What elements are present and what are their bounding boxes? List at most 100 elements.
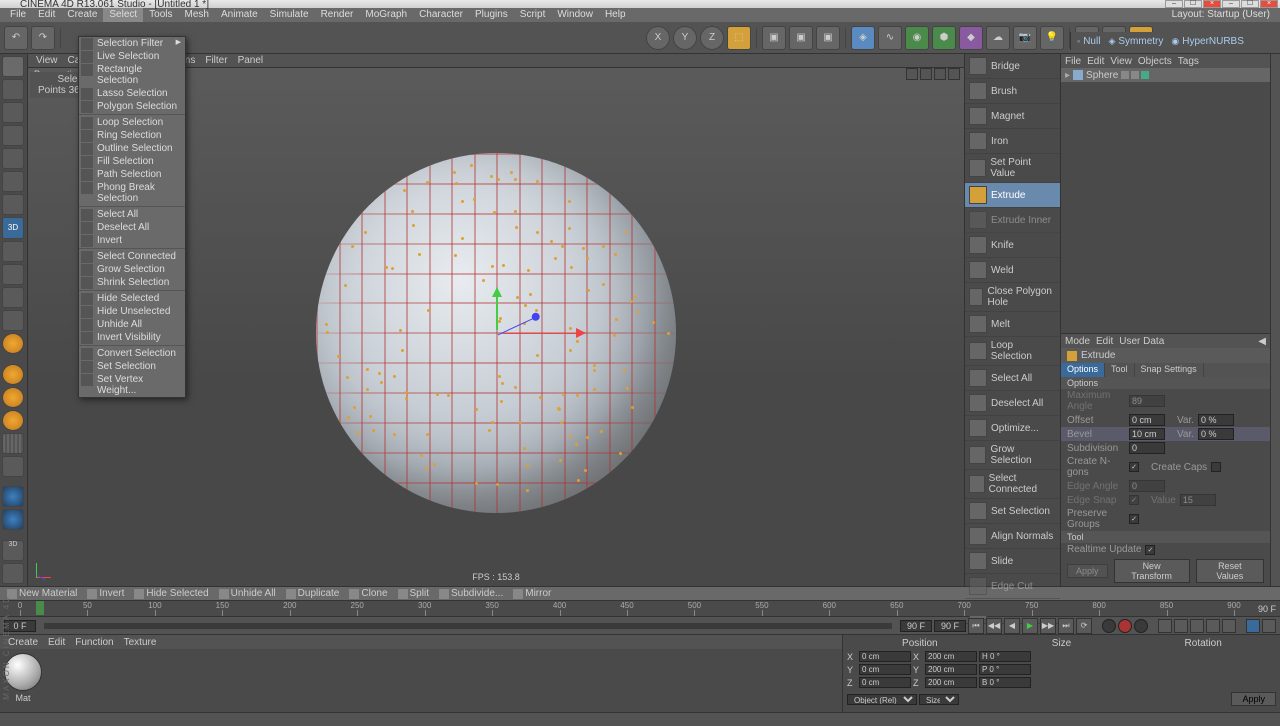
tab-snap-settings[interactable]: Snap Settings bbox=[1135, 363, 1204, 377]
attr-bevel-input[interactable] bbox=[1129, 428, 1165, 440]
menu-item-fill-selection[interactable]: Fill Selection bbox=[79, 155, 185, 168]
attr-var--input[interactable] bbox=[1198, 414, 1234, 426]
tool-weld[interactable]: Weld bbox=[965, 258, 1060, 283]
step-fwd-icon[interactable]: ▶▶ bbox=[1040, 618, 1056, 634]
attrmenu-mode[interactable]: Mode bbox=[1065, 336, 1090, 347]
sphere-mesh[interactable] bbox=[316, 153, 676, 513]
matmenu-create[interactable]: Create bbox=[8, 637, 38, 648]
3d-label-icon[interactable]: 3D bbox=[2, 540, 24, 561]
coord-system-icon[interactable]: ⬚ bbox=[727, 26, 751, 50]
vis-dot-icon[interactable] bbox=[1121, 71, 1129, 79]
rec-key-icon[interactable] bbox=[1102, 619, 1116, 633]
inner-close-button[interactable]: × bbox=[1260, 0, 1278, 8]
coord-apply-button[interactable]: Apply bbox=[1231, 692, 1276, 706]
phong-tag-icon[interactable] bbox=[1141, 71, 1149, 79]
reset-values-button[interactable]: Reset Values bbox=[1196, 559, 1264, 583]
tool-align-normals[interactable]: Align Normals bbox=[965, 524, 1060, 549]
menu-item-set-selection[interactable]: Set Selection bbox=[79, 360, 185, 373]
bt-split[interactable]: Split bbox=[395, 588, 432, 599]
loop-icon[interactable]: ⟳ bbox=[1076, 618, 1092, 634]
render-view-icon[interactable]: ▣ bbox=[762, 26, 786, 50]
tool-set-point-value[interactable]: Set Point Value bbox=[965, 154, 1060, 183]
tool-optimize-[interactable]: Optimize... bbox=[965, 416, 1060, 441]
deformer-icon[interactable]: ◆ bbox=[959, 26, 983, 50]
tool-select-all[interactable]: Select All bbox=[965, 366, 1060, 391]
vp-menu-panel[interactable]: Panel bbox=[238, 55, 264, 66]
realtime-check[interactable]: ✓ bbox=[1145, 545, 1155, 555]
timeline[interactable]: 0501001502002503003504004505005506006507… bbox=[0, 600, 1280, 616]
bt-duplicate[interactable]: Duplicate bbox=[283, 588, 343, 599]
menu-simulate[interactable]: Simulate bbox=[264, 8, 315, 22]
menu-item-phong-break-selection[interactable]: Phong Break Selection bbox=[79, 181, 185, 205]
menu-item-invert[interactable]: Invert bbox=[79, 234, 185, 247]
menu-plugins[interactable]: Plugins bbox=[469, 8, 514, 22]
environment-icon[interactable]: ☁ bbox=[986, 26, 1010, 50]
tab-options[interactable]: Options bbox=[1061, 363, 1105, 377]
menu-item-live-selection[interactable]: Live Selection bbox=[79, 50, 185, 63]
2d-icon[interactable] bbox=[2, 563, 24, 584]
menu-item-hide-unselected[interactable]: Hide Unselected bbox=[79, 305, 185, 318]
texture-mode-icon[interactable] bbox=[2, 171, 24, 192]
menu-item-polygon-selection[interactable]: Polygon Selection bbox=[79, 100, 185, 113]
tool-deselect-all[interactable]: Deselect All bbox=[965, 391, 1060, 416]
hypernurbs-link[interactable]: ◉ HyperNURBS bbox=[1171, 36, 1244, 47]
menu-item-set-vertex-weight-[interactable]: Set Vertex Weight... bbox=[79, 373, 185, 397]
live-select-icon[interactable] bbox=[2, 56, 24, 77]
vp-menu-view[interactable]: View bbox=[36, 55, 58, 66]
nurbs-icon[interactable]: ◉ bbox=[905, 26, 929, 50]
attr-offset-input[interactable] bbox=[1129, 414, 1165, 426]
end-frame-input2[interactable] bbox=[934, 620, 966, 632]
tool-grow-selection[interactable]: Grow Selection bbox=[965, 441, 1060, 470]
vp-menu-filter[interactable]: Filter bbox=[205, 55, 227, 66]
tool-bridge[interactable]: Bridge bbox=[965, 54, 1060, 79]
tool-melt[interactable]: Melt bbox=[965, 312, 1060, 337]
attr-subdivision-input[interactable] bbox=[1129, 442, 1165, 454]
size-y-input[interactable] bbox=[925, 664, 977, 675]
attr-value-input[interactable] bbox=[1180, 494, 1216, 506]
keyframe-sel-icon[interactable] bbox=[1134, 619, 1148, 633]
tool-extrude-inner[interactable]: Extrude Inner bbox=[965, 208, 1060, 233]
scale-key-icon[interactable] bbox=[1174, 619, 1188, 633]
menu-mesh[interactable]: Mesh bbox=[179, 8, 215, 22]
play-icon[interactable]: ▶ bbox=[1022, 618, 1038, 634]
y-axis-icon[interactable]: Y bbox=[673, 26, 697, 50]
menu-window[interactable]: Window bbox=[551, 8, 599, 22]
misc-key-icon[interactable] bbox=[1246, 619, 1260, 633]
array-icon[interactable]: ⬢ bbox=[932, 26, 956, 50]
size-x-input[interactable] bbox=[925, 651, 977, 662]
menu-render[interactable]: Render bbox=[315, 8, 360, 22]
objmenu-objects[interactable]: Objects bbox=[1138, 56, 1172, 67]
menu-item-unhide-all[interactable]: Unhide All bbox=[79, 318, 185, 331]
pos-key-icon[interactable] bbox=[1158, 619, 1172, 633]
menu-item-shrink-selection[interactable]: Shrink Selection bbox=[79, 276, 185, 289]
x-axis-icon[interactable]: X bbox=[646, 26, 670, 50]
default-shader-icon[interactable] bbox=[2, 364, 24, 385]
attrmenu-edit[interactable]: Edit bbox=[1096, 336, 1113, 347]
matmenu-function[interactable]: Function bbox=[75, 637, 113, 648]
bt-subdivide-[interactable]: Subdivide... bbox=[436, 588, 506, 599]
attrmenu-user-data[interactable]: User Data bbox=[1119, 336, 1164, 347]
tool-slide[interactable]: Slide bbox=[965, 549, 1060, 574]
attr-var--input[interactable] bbox=[1198, 428, 1234, 440]
menu-item-select-all[interactable]: Select All bbox=[79, 208, 185, 221]
menu-item-convert-selection[interactable]: Convert Selection bbox=[79, 347, 185, 360]
tool-set-selection[interactable]: Set Selection bbox=[965, 499, 1060, 524]
menu-script[interactable]: Script bbox=[514, 8, 552, 22]
menu-item-path-selection[interactable]: Path Selection bbox=[79, 168, 185, 181]
new-transform-button[interactable]: New Transform bbox=[1114, 559, 1190, 583]
menu-character[interactable]: Character bbox=[413, 8, 469, 22]
points-mode-icon[interactable] bbox=[2, 241, 24, 262]
uv-polygons-icon[interactable] bbox=[2, 333, 24, 354]
tool-loop-selection[interactable]: Loop Selection bbox=[965, 337, 1060, 366]
tool-extrude[interactable]: Extrude bbox=[965, 183, 1060, 208]
menu-item-grow-selection[interactable]: Grow Selection bbox=[79, 263, 185, 276]
inner-minimize-button[interactable]: – bbox=[1222, 0, 1240, 8]
close-button[interactable]: × bbox=[1203, 0, 1221, 8]
render-settings-icon[interactable]: ▣ bbox=[816, 26, 840, 50]
rotate-icon[interactable] bbox=[2, 125, 24, 146]
objmenu-edit[interactable]: Edit bbox=[1087, 56, 1104, 67]
attr-edge-angle-input[interactable] bbox=[1129, 480, 1165, 492]
workplane-icon[interactable] bbox=[2, 194, 24, 215]
autokey-icon[interactable] bbox=[1118, 619, 1132, 633]
menu-item-ring-selection[interactable]: Ring Selection bbox=[79, 129, 185, 142]
